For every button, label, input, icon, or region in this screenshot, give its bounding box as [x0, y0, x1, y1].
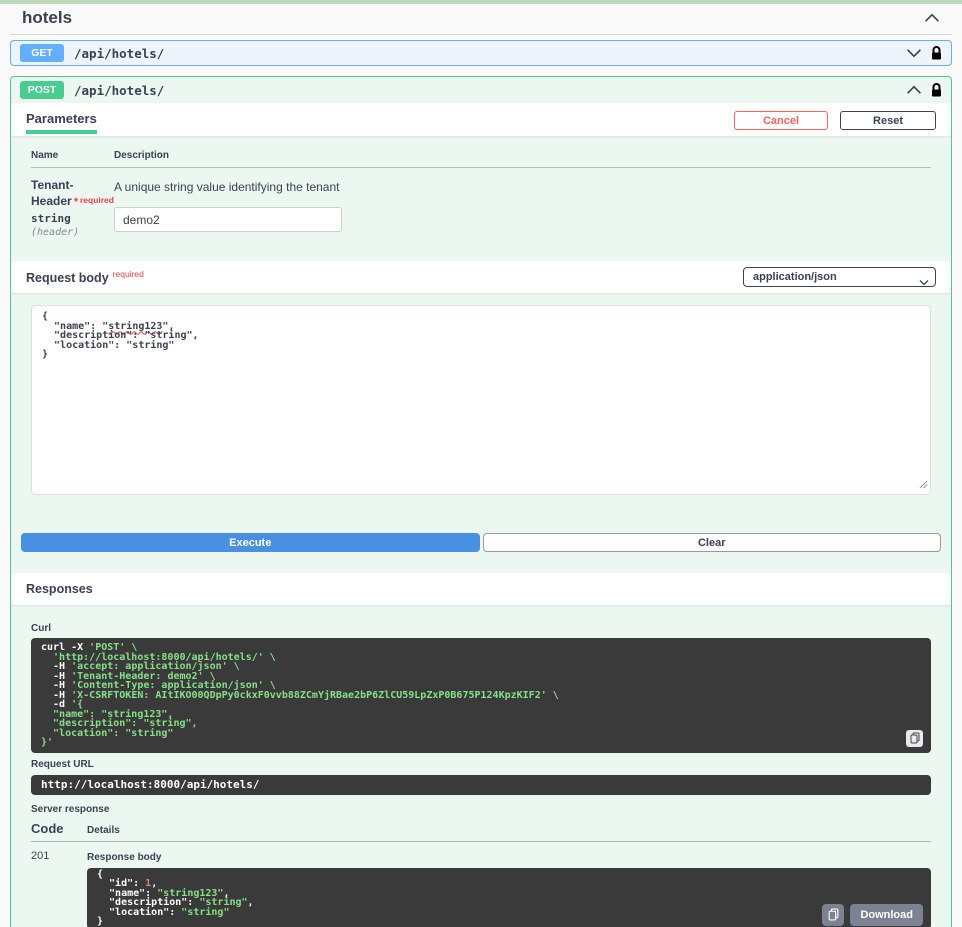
post-method-badge: POST	[20, 81, 64, 99]
tenant-header-input[interactable]	[114, 207, 342, 232]
parameter-name-line1: Tenant-	[31, 178, 74, 192]
details-column-header: Details	[87, 824, 120, 836]
required-label: required	[79, 195, 114, 205]
parameters-header: Parameters Cancel Reset	[11, 103, 951, 136]
responses-title: Responses	[26, 582, 93, 596]
tag-section-hotels[interactable]: hotels	[10, 4, 952, 35]
reset-button[interactable]: Reset	[840, 111, 936, 130]
chevron-up-icon[interactable]	[906, 85, 922, 95]
server-response-label: Server response	[31, 803, 110, 815]
parameters-table: Name Description Tenant- Header * required…	[11, 136, 951, 261]
swagger-page: hotels GET /api/hotels/ POST /api/hotels…	[0, 4, 962, 927]
copy-to-clipboard-icon[interactable]	[906, 729, 923, 747]
curl-command-block: curl -X 'POST' \ 'http://localhost:8000/…	[31, 638, 931, 753]
chevron-up-icon[interactable]	[924, 13, 940, 23]
tab-parameters[interactable]: Parameters	[26, 111, 97, 134]
parameter-location: (header)	[31, 227, 80, 238]
parameters-table-head: Name Description	[31, 150, 931, 168]
endpoint-get-api-hotels[interactable]: GET /api/hotels/	[10, 40, 952, 66]
column-header-name: Name	[31, 150, 59, 161]
download-button[interactable]: Download	[850, 903, 923, 926]
chevron-down-icon[interactable]	[906, 48, 922, 58]
cancel-button[interactable]: Cancel	[734, 111, 828, 130]
copy-to-clipboard-icon[interactable]	[822, 903, 845, 926]
responses-header: Responses	[11, 573, 951, 605]
clear-button[interactable]: Clear	[482, 533, 941, 552]
server-response-table-head: Code Details	[31, 821, 931, 842]
column-header-description: Description	[114, 150, 170, 161]
response-body-label: Response body	[87, 851, 162, 863]
post-endpoint-path: /api/hotels/	[74, 82, 165, 98]
response-status-code: 201	[31, 849, 50, 862]
get-endpoint-path: /api/hotels/	[74, 45, 165, 61]
page-title: hotels	[22, 8, 73, 27]
response-body-block: Download { "id": 1, "name": "string123",…	[87, 867, 931, 927]
request-body-editor[interactable]: { "name": "string123", "description": "s…	[31, 305, 931, 495]
request-body-label: Request body required	[26, 269, 144, 285]
request-url-value: http://localhost:8000/api/hotels/	[41, 778, 260, 791]
resize-handle[interactable]	[919, 480, 928, 492]
request-body-section: { "name": "string123", "description": "s…	[11, 293, 951, 495]
responses-body: Curl curl -X 'POST' \ 'http://localhost:…	[11, 623, 951, 927]
tab-parameters-label: Parameters	[26, 111, 97, 126]
endpoint-post-api-hotels: POST /api/hotels/ Parameters Cancel Rese…	[10, 76, 952, 927]
execute-button[interactable]: Execute	[21, 533, 480, 552]
server-response-row: 201 Response body Download { "id": 1, "n…	[31, 842, 931, 927]
parameter-type: string	[31, 212, 71, 225]
parameter-name-line2: Header * required	[31, 194, 114, 208]
curl-label: Curl	[31, 623, 51, 634]
code-column-header: Code	[31, 820, 64, 836]
lock-icon[interactable]	[931, 45, 942, 61]
lock-icon[interactable]	[931, 82, 942, 98]
post-endpoint-header[interactable]: POST /api/hotels/	[11, 77, 951, 103]
request-body-required: required	[112, 269, 144, 279]
request-body-header: Request body required application/json	[11, 261, 951, 293]
request-url-block: http://localhost:8000/api/hotels/	[31, 774, 931, 795]
parameter-row-tenant-header: Tenant- Header * required string (header) …	[31, 168, 931, 238]
get-method-badge: GET	[20, 44, 64, 62]
required-star: *	[73, 196, 78, 208]
request-url-label: Request URL	[31, 758, 94, 770]
parameter-description: A unique string value identifying the te…	[114, 180, 340, 194]
execute-row: Execute Clear	[21, 533, 941, 552]
content-type-select[interactable]: application/json	[743, 267, 936, 287]
